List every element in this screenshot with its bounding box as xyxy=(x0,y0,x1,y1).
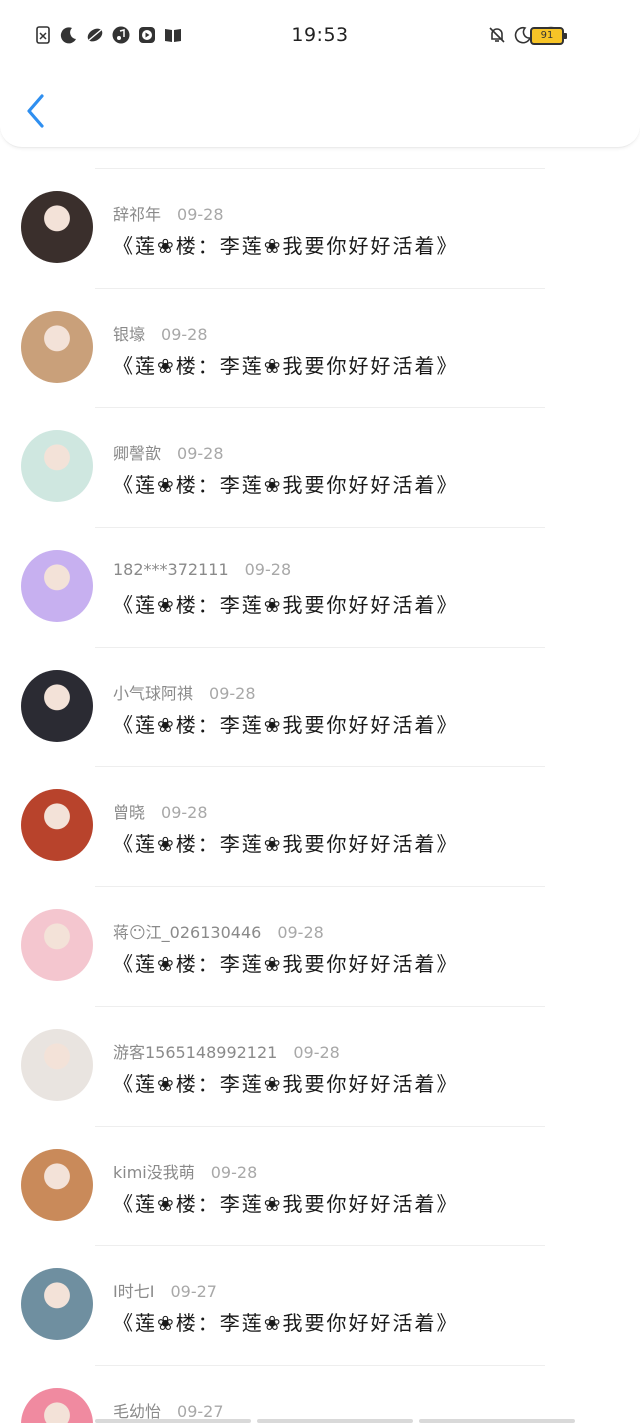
row-divider xyxy=(95,1245,545,1247)
comment-meta: kimi没我萌 09-28 xyxy=(113,1159,257,1183)
avatar[interactable] xyxy=(21,669,93,742)
comment-item[interactable]: 182***372111 09-28 《莲❀楼：李莲❀我要你好好活着》 xyxy=(0,507,640,627)
comment-text: 《莲❀楼：李莲❀我要你好好活着》 xyxy=(113,593,459,618)
comment-meta: 182***372111 09-28 xyxy=(113,560,291,579)
comment-meta: 小气球阿祺 09-28 xyxy=(113,680,256,704)
username[interactable]: 辞祁年 xyxy=(113,205,161,224)
avatar[interactable] xyxy=(21,191,93,263)
comment-item[interactable]: kimi没我萌 09-28 《莲❀楼：李莲❀我要你好好活着》 xyxy=(0,1106,640,1226)
comment-date: 09-28 xyxy=(277,923,324,943)
avatar[interactable] xyxy=(21,1387,93,1423)
row-divider xyxy=(95,407,545,409)
comment-meta: 银壕 09-28 xyxy=(113,321,208,345)
comment-item[interactable]: 毛幼怡 09-27 xyxy=(0,1345,640,1423)
indicator-segment xyxy=(419,1419,575,1423)
comment-item[interactable]: 辞祁年 09-28 《莲❀楼：李莲❀我要你好好活着》 xyxy=(0,148,640,268)
username[interactable]: 蒋😶江_026130446 xyxy=(113,923,261,942)
row-divider xyxy=(95,1125,545,1127)
username[interactable]: 曾晓 xyxy=(113,803,145,822)
battery-indicator: 91 xyxy=(530,27,567,45)
comment-text: 《莲❀楼：李莲❀我要你好好活着》 xyxy=(113,832,459,857)
avatar[interactable] xyxy=(21,550,93,623)
avatar[interactable] xyxy=(21,310,93,383)
comment-item[interactable]: 银壕 09-28 《莲❀楼：李莲❀我要你好好活着》 xyxy=(0,268,640,388)
row-divider xyxy=(95,527,545,529)
comment-date: 09-28 xyxy=(177,205,224,224)
back-arrow-icon[interactable] xyxy=(22,92,52,130)
avatar[interactable] xyxy=(21,1268,93,1341)
indicator-segment xyxy=(95,1419,251,1423)
comment-meta: 辞祁年 09-28 xyxy=(113,201,224,225)
status-bar: 19:53 91 xyxy=(0,22,640,52)
comment-text: 《莲❀楼：李莲❀我要你好好活着》 xyxy=(113,1071,459,1096)
avatar[interactable] xyxy=(21,1028,93,1101)
comment-list: 辞祁年 09-28 《莲❀楼：李莲❀我要你好好活着》 银壕 09-28 《莲❀楼：李莲❀我… xyxy=(0,148,640,1423)
top-bar: 19:53 91 xyxy=(0,0,640,148)
username[interactable]: 卿謦歆 xyxy=(113,444,161,463)
avatar[interactable] xyxy=(21,430,93,503)
comment-text: 《莲❀楼：李莲❀我要你好好活着》 xyxy=(113,1311,459,1336)
username[interactable]: 银壕 xyxy=(113,325,145,344)
comment-date: 09-28 xyxy=(161,324,208,344)
comment-text: 《莲❀楼：李莲❀我要你好好活着》 xyxy=(113,353,459,378)
comment-item[interactable]: I时七I 09-27 《莲❀楼：李莲❀我要你好好活着》 xyxy=(0,1225,640,1345)
row-divider xyxy=(95,1005,545,1007)
comment-text: 《莲❀楼：李莲❀我要你好好活着》 xyxy=(113,952,459,977)
comment-meta: 曾晓 09-28 xyxy=(113,799,208,823)
username[interactable]: 182***372111 xyxy=(113,560,229,579)
comment-item[interactable]: 卿謦歆 09-28 《莲❀楼：李莲❀我要你好好活着》 xyxy=(0,387,640,507)
comment-text: 《莲❀楼：李莲❀我要你好好活着》 xyxy=(113,712,459,737)
comment-date: 09-28 xyxy=(244,560,292,580)
avatar[interactable] xyxy=(21,789,93,862)
row-divider xyxy=(95,646,545,648)
indicator-segment xyxy=(257,1419,413,1423)
comment-date: 09-28 xyxy=(209,683,256,703)
comment-item[interactable]: 曾晓 09-28 《莲❀楼：李莲❀我要你好好活着》 xyxy=(0,746,640,866)
comment-date: 09-28 xyxy=(161,803,208,823)
comment-date: 09-27 xyxy=(170,1282,217,1302)
comment-meta: 卿謦歆 09-28 xyxy=(113,440,224,464)
username[interactable]: 小气球阿祺 xyxy=(113,684,193,703)
bell-off-icon xyxy=(489,27,505,43)
comment-meta: I时七I 09-27 xyxy=(113,1278,217,1302)
comment-meta: 游客1565148992121 09-28 xyxy=(113,1039,340,1063)
row-divider xyxy=(95,287,545,289)
comment-text: 《莲❀楼：李莲❀我要你好好活着》 xyxy=(113,473,459,498)
comment-date: 09-28 xyxy=(210,1162,258,1182)
row-divider xyxy=(95,1364,545,1366)
username[interactable]: kimi没我萌 xyxy=(113,1163,195,1182)
comment-text: 《莲❀楼：李莲❀我要你好好活着》 xyxy=(113,234,459,258)
row-divider xyxy=(95,766,545,768)
comment-item[interactable]: 小气球阿祺 09-28 《莲❀楼：李莲❀我要你好好活着》 xyxy=(0,627,640,747)
comment-date: 09-28 xyxy=(177,444,224,464)
comment-text: 《莲❀楼：李莲❀我要你好好活着》 xyxy=(113,1191,459,1216)
avatar[interactable] xyxy=(21,909,93,982)
username[interactable]: 游客1565148992121 xyxy=(113,1043,277,1062)
bottom-scroll-indicator xyxy=(95,1419,575,1423)
row-divider xyxy=(95,168,545,169)
username[interactable]: I时七I xyxy=(113,1282,154,1301)
comment-date: 09-28 xyxy=(293,1042,340,1062)
row-divider xyxy=(95,886,545,888)
avatar[interactable] xyxy=(21,1148,93,1221)
comment-item[interactable]: 游客1565148992121 09-28 《莲❀楼：李莲❀我要你好好活着》 xyxy=(0,986,640,1106)
comment-meta: 蒋😶江_026130446 09-28 xyxy=(113,919,324,943)
comment-item[interactable]: 蒋😶江_026130446 09-28 《莲❀楼：李莲❀我要你好好活着》 xyxy=(0,866,640,986)
